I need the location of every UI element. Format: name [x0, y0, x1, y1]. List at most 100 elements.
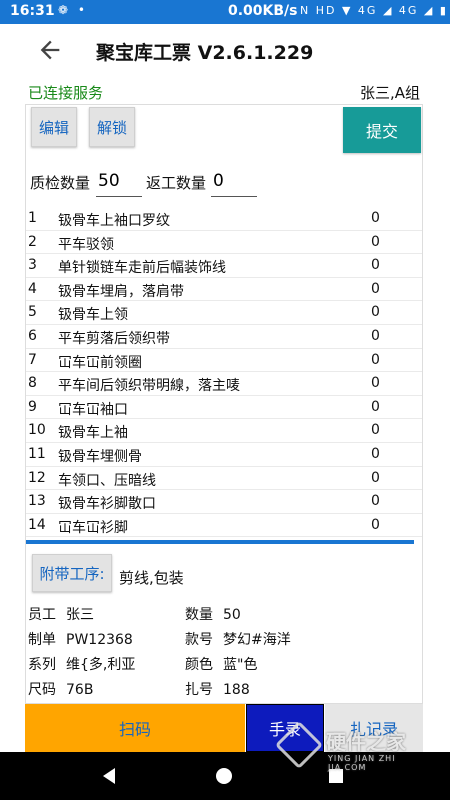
nav-home-icon[interactable] — [216, 768, 232, 784]
process-value: 0 — [371, 257, 380, 274]
style-label: 款号 — [185, 632, 213, 648]
process-value: 0 — [371, 493, 380, 510]
process-number: 8 — [28, 375, 37, 392]
process-value: 0 — [371, 280, 380, 297]
network-speed: 0.00KB/s — [228, 3, 298, 19]
order-field: 制单 PW12368 — [28, 629, 133, 649]
process-value: 0 — [371, 445, 380, 462]
series-field: 系列 维{多,利亚 — [28, 654, 135, 674]
process-name: 冚车冚衫脚 — [58, 519, 128, 536]
process-number: 10 — [28, 422, 46, 439]
process-value: 0 — [371, 233, 380, 250]
color-field: 颜色 蓝"色 — [185, 654, 257, 674]
quantity-field: 数量 50 — [185, 604, 241, 624]
process-number: 9 — [28, 398, 37, 415]
process-row[interactable]: 6 平车剪落后领织带 0 — [26, 325, 422, 349]
watermark-text: 硬件之家 — [326, 730, 406, 754]
notification-icons: ❁ • — [58, 3, 88, 17]
process-name: 车领口、压暗线 — [58, 472, 156, 489]
qc-quantity-input[interactable] — [96, 165, 142, 197]
process-value: 0 — [371, 516, 380, 533]
bundle-value: 188 — [223, 682, 250, 698]
watermark-subtext: YING JIAN ZHI JIA.COM — [328, 754, 396, 772]
watermark: 硬件之家 YING JIAN ZHI JIA.COM — [274, 720, 432, 774]
process-name: 平车驳领 — [58, 236, 114, 253]
process-row[interactable]: 3 单针锁链车走前后幅装饰线 0 — [26, 254, 422, 278]
process-name: 钑骨车上领 — [58, 307, 128, 324]
process-row[interactable]: 4 钑骨车埋肩，落肩带 0 — [26, 278, 422, 302]
employee-value: 张三 — [66, 607, 94, 623]
process-name: 钑骨车埋肩，落肩带 — [58, 283, 184, 300]
process-number: 1 — [28, 210, 37, 226]
process-name: 单针锁链车走前后幅装饰线 — [58, 260, 226, 277]
process-name: 冚车冚袖口 — [58, 401, 128, 418]
user-group: 张三,A组 — [359, 84, 420, 102]
attached-process-button[interactable]: 附带工序: — [32, 554, 112, 592]
process-value: 0 — [371, 304, 380, 321]
style-field: 款号 梦幻#海洋 — [185, 629, 291, 649]
process-name: 平车剪落后领织带 — [58, 330, 170, 347]
process-name: 钑骨车埋侧骨 — [58, 448, 142, 465]
bundle-label: 扎号 — [185, 682, 213, 698]
process-number: 2 — [28, 233, 37, 250]
process-row[interactable]: 8 平车间后领织带明線，落主唛 0 — [26, 372, 422, 396]
process-value: 0 — [371, 327, 380, 344]
size-label: 尺码 — [28, 682, 56, 698]
process-value: 0 — [371, 210, 380, 226]
scan-button[interactable]: 扫码 — [25, 704, 245, 752]
back-arrow-icon[interactable] — [36, 36, 64, 64]
unlock-button[interactable]: 解锁 — [89, 107, 135, 147]
size-value: 76B — [66, 682, 94, 698]
process-row[interactable]: 14 冚车冚衫脚 0 — [26, 514, 422, 538]
process-number: 5 — [28, 304, 37, 321]
employee-label: 员工 — [28, 607, 56, 623]
process-name: 钑骨车衫脚散口 — [58, 496, 156, 513]
process-number: 6 — [28, 327, 37, 344]
edit-button[interactable]: 编辑 — [31, 107, 77, 147]
color-label: 颜色 — [185, 657, 213, 673]
process-name: 平车间后领织带明線，落主唛 — [58, 378, 240, 395]
process-number: 12 — [28, 469, 46, 486]
process-value: 0 — [371, 375, 380, 392]
process-row[interactable]: 7 冚车冚前领圈 0 — [26, 349, 422, 373]
series-label: 系列 — [28, 657, 56, 673]
process-row[interactable]: 12 车领口、压暗线 0 — [26, 467, 422, 491]
process-row[interactable]: 10 钑骨车上袖 0 — [26, 419, 422, 443]
process-number: 3 — [28, 257, 37, 274]
process-value: 0 — [371, 469, 380, 486]
process-row[interactable]: 13 钑骨车衫脚散口 0 — [26, 490, 422, 514]
process-row[interactable]: 11 钑骨车埋侧骨 0 — [26, 443, 422, 467]
bundle-field: 扎号 188 — [185, 679, 250, 699]
process-number: 11 — [28, 445, 46, 462]
status-bar: 16:31 ❁ • 0.00KB/s N HD ▼ 4G ◢ 4G ◢ ▮ — [0, 0, 450, 24]
attached-process-value: 剪线,包装 — [119, 569, 184, 587]
process-name: 钑骨车上袖口罗纹 — [58, 213, 170, 229]
app-bar: 聚宝库工票 V2.6.1.229 — [0, 24, 450, 78]
process-name: 钑骨车上袖 — [58, 425, 128, 442]
connection-status: 已连接服务 — [28, 84, 104, 102]
process-row[interactable]: 9 冚车冚袖口 0 — [26, 396, 422, 420]
style-value: 梦幻#海洋 — [223, 632, 291, 648]
process-value: 0 — [371, 398, 380, 415]
process-list: 1 钑骨车上袖口罗纹 0 2 平车驳领 0 3 单针锁链车走前后幅装饰线 0 4 钑骨车埋肩，… — [26, 207, 422, 538]
order-value: PW12368 — [66, 632, 133, 648]
process-row[interactable]: 5 钑骨车上领 0 — [26, 301, 422, 325]
color-value: 蓝"色 — [223, 657, 258, 673]
process-number: 4 — [28, 280, 37, 297]
order-label: 制单 — [28, 632, 56, 648]
watermark-logo-icon — [274, 720, 324, 770]
series-value: 维{多,利亚 — [66, 657, 136, 673]
process-name: 冚车冚前领圈 — [58, 354, 142, 371]
employee-field: 员工 张三 — [28, 604, 94, 624]
process-number: 7 — [28, 351, 37, 368]
process-value: 0 — [371, 422, 380, 439]
signal-battery-icons: N HD ▼ 4G ◢ 4G ◢ ▮ — [300, 4, 448, 17]
rework-quantity-input[interactable] — [211, 165, 257, 197]
qc-quantity-label: 质检数量 — [30, 174, 91, 192]
nav-back-icon[interactable] — [103, 768, 115, 784]
process-number: 14 — [28, 516, 46, 533]
process-row[interactable]: 2 平车驳领 0 — [26, 231, 422, 255]
horizontal-scrollbar[interactable] — [26, 540, 414, 544]
submit-button[interactable]: 提交 — [343, 107, 421, 153]
process-row[interactable]: 1 钑骨车上袖口罗纹 0 — [26, 207, 422, 231]
